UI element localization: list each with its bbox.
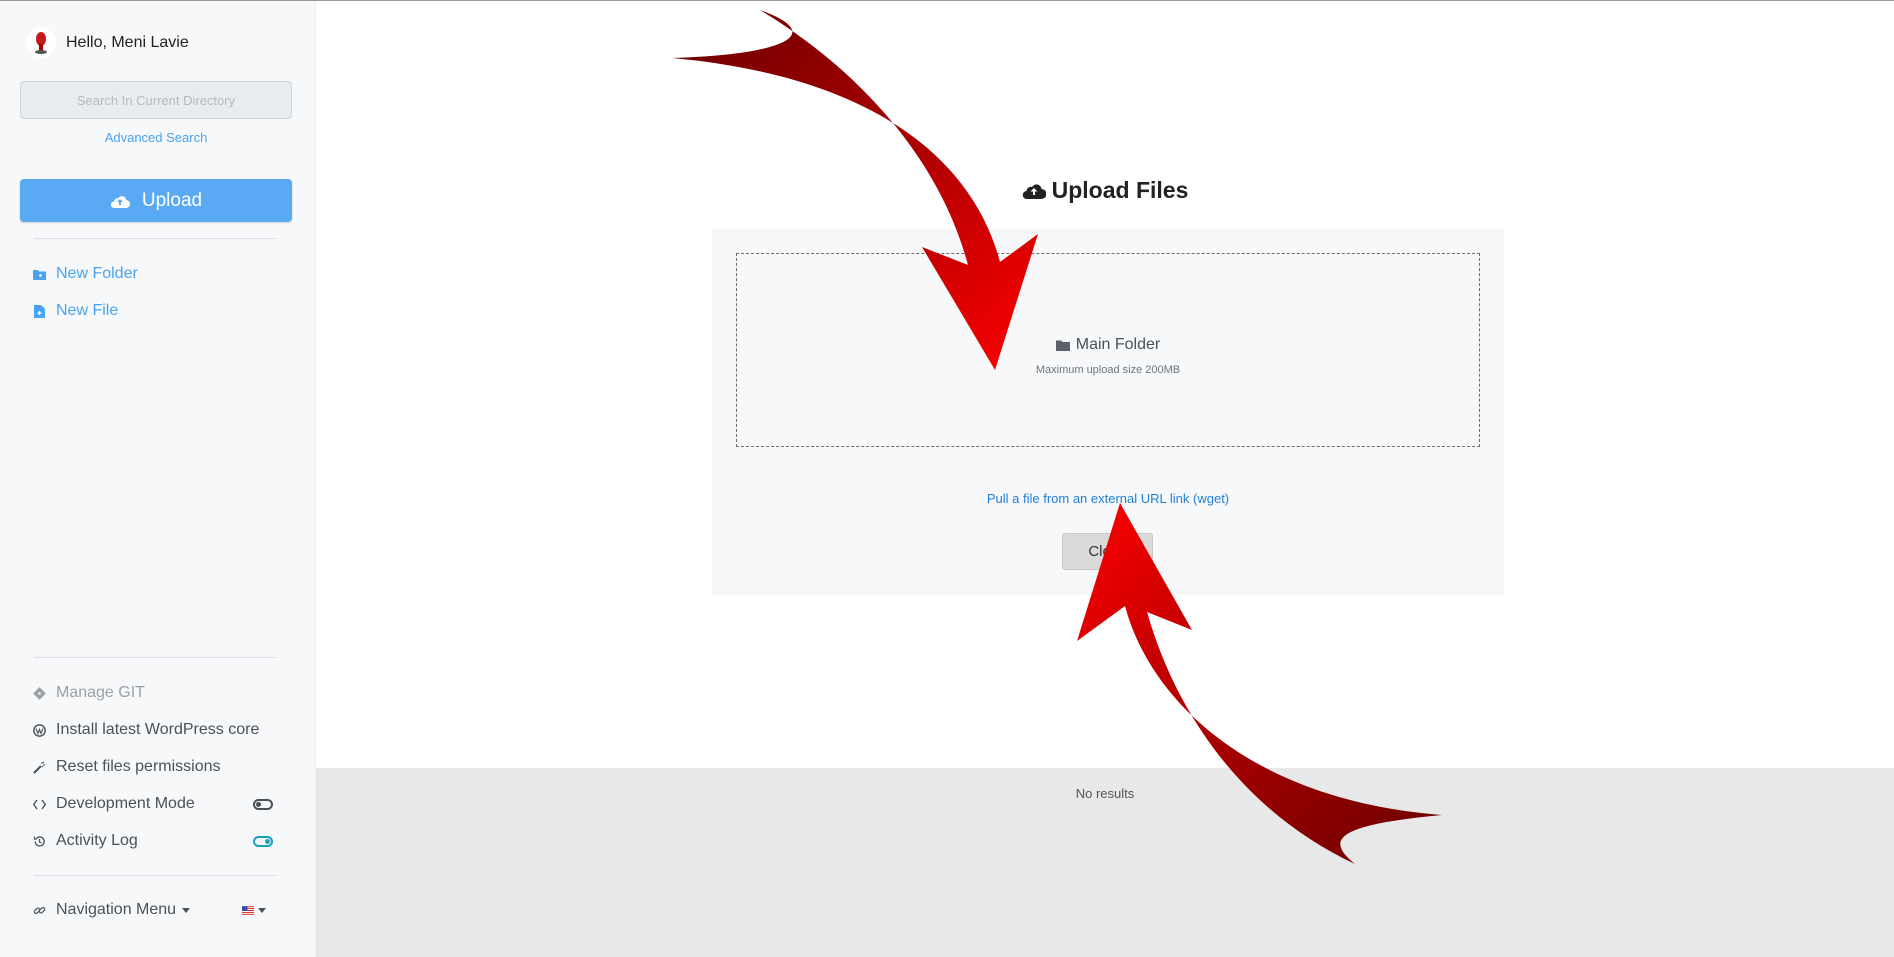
reset-permissions-link[interactable]: Reset files permissions — [32, 758, 221, 776]
top-border — [0, 0, 1894, 1]
upload-dialog-title: Upload Files — [316, 177, 1894, 204]
new-folder-link[interactable]: New Folder — [32, 265, 138, 283]
history-icon — [32, 834, 46, 848]
language-selector[interactable] — [242, 902, 266, 919]
target-folder-label: Main Folder — [1075, 336, 1161, 353]
main-content: Upload Files Main Folder Maximum upload … — [316, 1, 1894, 957]
greeting-text: Hello, Meni Lavie — [66, 34, 189, 51]
folder-plus-icon — [32, 267, 46, 281]
development-mode-item: Development Mode — [32, 795, 195, 813]
sidebar-divider — [34, 657, 277, 658]
results-area: No results — [316, 768, 1894, 957]
advanced-search-link[interactable]: Advanced Search — [0, 130, 312, 145]
navigation-menu-dropdown[interactable]: Navigation Menu — [32, 901, 191, 919]
git-icon — [32, 686, 46, 700]
cloud-upload-icon — [1022, 184, 1046, 199]
navigation-menu-label: Navigation Menu — [56, 901, 177, 918]
avatar[interactable] — [26, 28, 56, 58]
avatar-figure-icon — [35, 32, 47, 54]
install-wordpress-link[interactable]: Install latest WordPress core — [32, 721, 259, 739]
development-mode-label: Development Mode — [56, 795, 195, 812]
max-upload-size: Maximum upload size 200MB — [1035, 364, 1181, 376]
file-plus-icon — [32, 304, 46, 318]
upload-button-label: Upload — [141, 189, 203, 211]
sidebar-divider — [34, 875, 277, 876]
upload-dialog-title-text: Upload Files — [1051, 177, 1189, 203]
user-greeting: Hello, Meni Lavie — [26, 28, 189, 58]
upload-button[interactable]: Upload — [20, 179, 292, 222]
close-button[interactable]: Close — [1062, 533, 1153, 570]
us-flag-icon — [242, 906, 254, 915]
folder-icon — [1055, 340, 1070, 351]
chevron-down-icon — [258, 908, 266, 913]
link-icon — [32, 903, 46, 917]
file-dropzone[interactable]: Main Folder Maximum upload size 200MB — [736, 253, 1480, 447]
upload-panel: Main Folder Maximum upload size 200MB Pu… — [712, 229, 1504, 595]
no-results-text: No results — [1075, 786, 1135, 801]
wget-link[interactable]: Pull a file from an external URL link (w… — [712, 491, 1504, 506]
chevron-down-icon — [182, 907, 191, 913]
new-file-link[interactable]: New File — [32, 302, 118, 320]
new-file-label: New File — [56, 302, 119, 319]
sidebar: Hello, Meni Lavie Advanced Search Upload… — [0, 1, 316, 957]
sidebar-divider — [34, 238, 277, 239]
manage-git-label: Manage GIT — [56, 684, 145, 701]
reset-permissions-label: Reset files permissions — [56, 758, 221, 775]
activity-log-item: Activity Log — [32, 832, 138, 850]
wordpress-icon — [32, 723, 46, 737]
search-input[interactable] — [20, 81, 292, 119]
code-icon — [32, 797, 46, 811]
activity-log-label: Activity Log — [56, 832, 138, 849]
cloud-upload-icon — [110, 195, 130, 208]
manage-git-link[interactable]: Manage GIT — [32, 684, 145, 702]
new-folder-label: New Folder — [56, 265, 138, 282]
install-wordpress-label: Install latest WordPress core — [56, 721, 260, 738]
activity-log-toggle[interactable] — [253, 836, 273, 847]
target-folder: Main Folder — [737, 336, 1479, 354]
magic-wand-icon — [32, 760, 46, 774]
development-mode-toggle[interactable] — [253, 799, 273, 810]
